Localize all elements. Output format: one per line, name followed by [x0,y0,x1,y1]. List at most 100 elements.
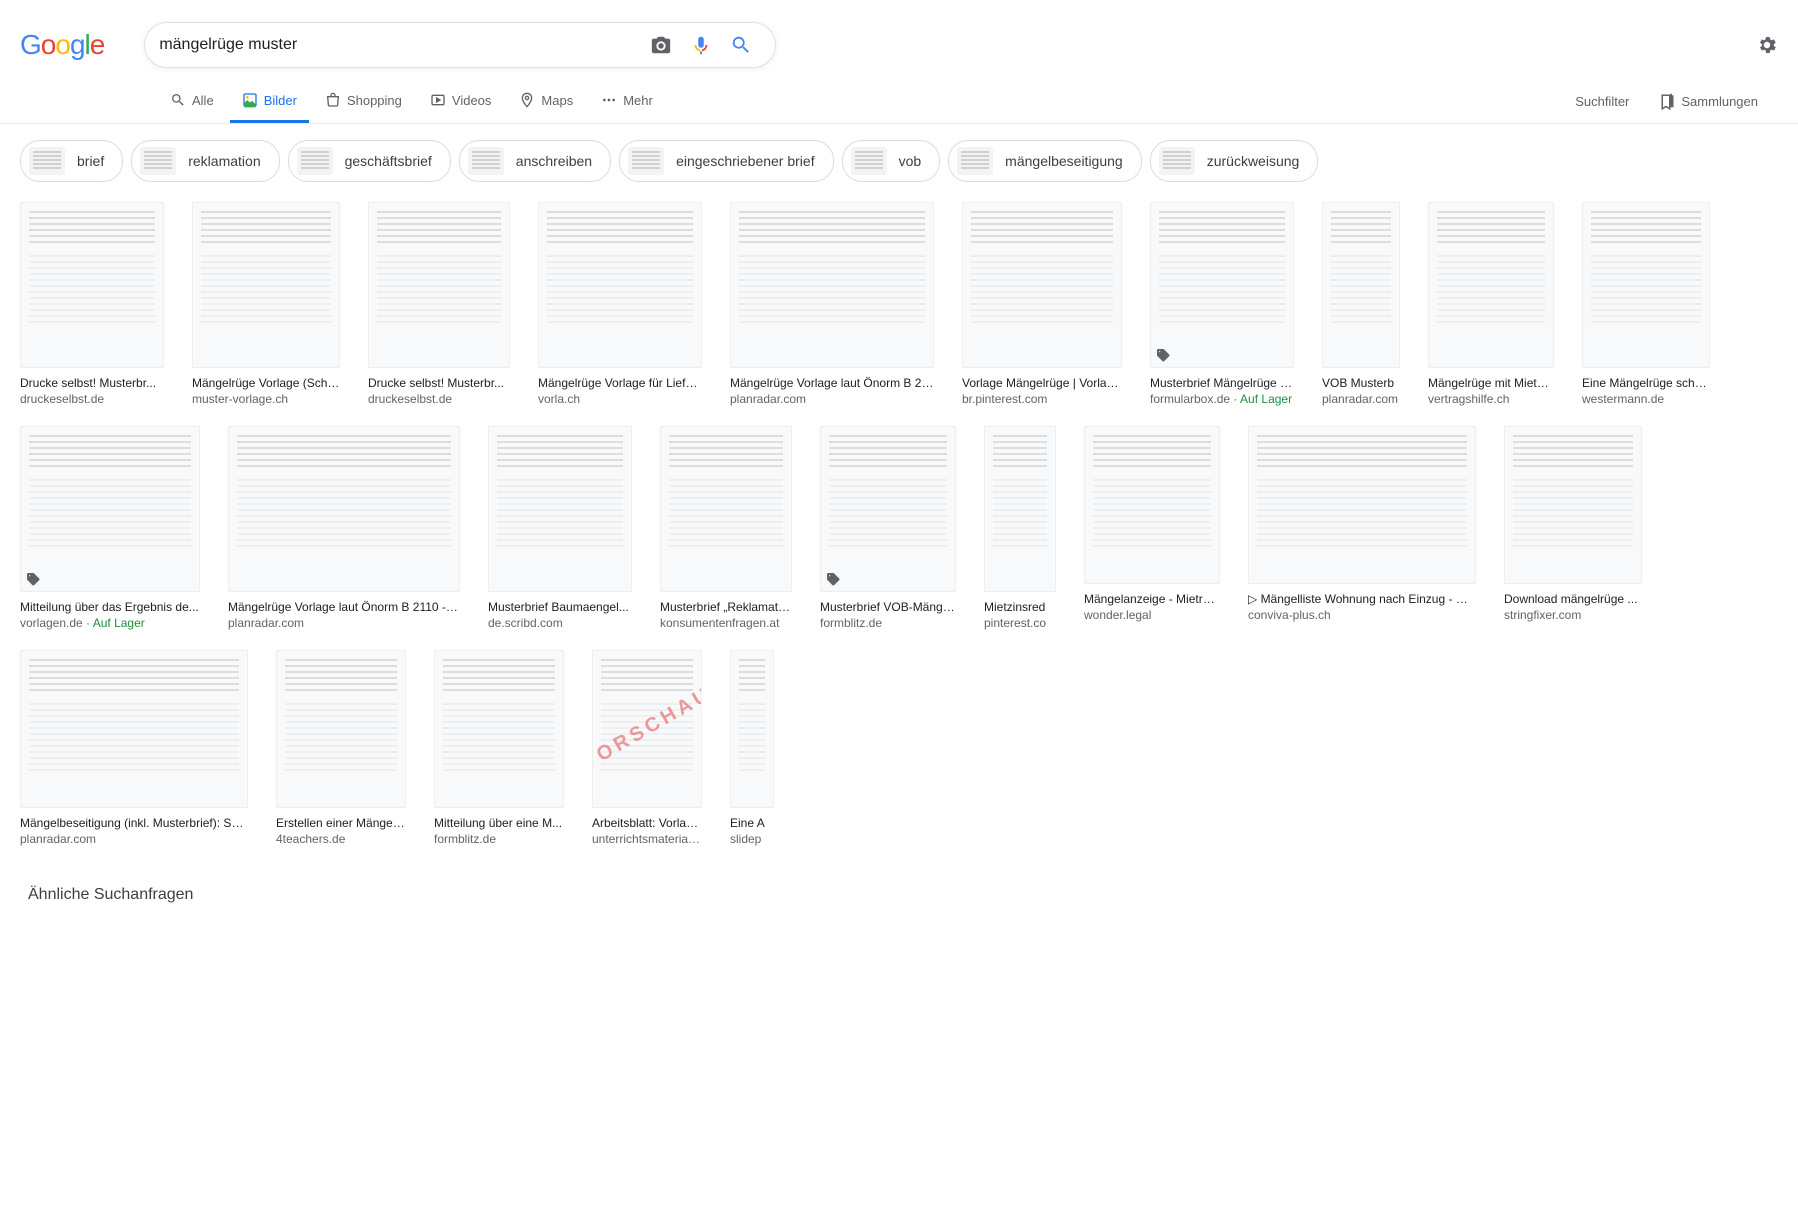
image-result[interactable]: Mängelrüge Vorlage für Liefe...vorla.ch [538,202,702,406]
result-source: druckeselbst.de [20,392,164,406]
result-thumb [368,202,510,368]
result-title: Drucke selbst! Musterbr... [368,376,510,390]
result-title: Mängelrüge Vorlage (Schw... [192,376,340,390]
result-source: formularbox.de · Auf Lager [1150,392,1294,406]
image-result[interactable]: Drucke selbst! Musterbr... druckeselbst.d… [20,202,164,406]
image-result[interactable]: Mängelrüge mit Mietzin...vertragshilfe.c… [1428,202,1554,406]
result-source: planradar.com [20,832,248,846]
chip-label: vob [899,153,922,169]
image-results: Drucke selbst! Musterbr... druckeselbst.d… [0,198,1798,876]
image-result[interactable]: Musterbrief Baumaengel...de.scribd.com [488,426,632,630]
result-title: Erstellen einer Mängelr... [276,816,406,830]
settings-icon[interactable] [1756,34,1778,56]
image-result[interactable]: Eine Mängelrüge schrei...westermann.de [1582,202,1710,406]
result-title: Mitteilung über eine M... [434,816,564,830]
chip-geschäftsbrief[interactable]: geschäftsbrief [288,140,451,182]
refinement-chips: briefreklamationgeschäftsbriefanschreibe… [0,124,1798,198]
tab-more[interactable]: Mehr [589,78,665,123]
chip-label: eingeschriebener brief [676,153,815,169]
image-result[interactable]: VOB Musterbplanradar.com [1322,202,1400,406]
chip-thumb [140,147,176,175]
tab-label: Alle [192,93,214,108]
result-thumb [228,426,460,592]
suchfilter-button[interactable]: Suchfilter [1575,79,1629,123]
image-result[interactable]: VORSCHAUArbeitsblatt: Vorlage ei...unter… [592,650,702,846]
chip-thumb [29,147,65,175]
chip-thumb [957,147,993,175]
chip-thumb [297,147,333,175]
mic-icon[interactable] [681,34,721,56]
image-result[interactable]: Musterbrief „Reklamatio... konsumentenfra… [660,426,792,630]
image-result[interactable]: Eine Aslidep [730,650,774,846]
tab-label: Maps [541,93,573,108]
sammlungen-button[interactable]: Sammlungen [1657,79,1758,123]
result-title: Musterbrief „Reklamatio... [660,600,792,614]
camera-icon[interactable] [641,34,681,56]
image-result[interactable]: Mängelanzeige - Mietrec...wonder.legal [1084,426,1220,630]
result-thumb [1504,426,1642,584]
image-result[interactable]: Mitteilung über das Ergebnis de...vorlag… [20,426,200,630]
result-title: Mietzinsred [984,600,1056,614]
result-thumb [1248,426,1476,584]
result-title: ▷ Mängelliste Wohnung nach Einzug - Mu..… [1248,592,1476,606]
result-title: Mängelrüge mit Mietzin... [1428,376,1554,390]
result-thumb [538,202,702,368]
tab-images[interactable]: Bilder [230,78,309,123]
result-source: br.pinterest.com [962,392,1122,406]
chip-eingeschriebener-brief[interactable]: eingeschriebener brief [619,140,834,182]
result-title: Vorlage Mängelrüge | Vorlage... [962,376,1122,390]
result-thumb [1084,426,1220,584]
tab-shopping[interactable]: Shopping [313,78,414,123]
related-searches-heading: Ähnliche Suchanfragen [0,876,1798,914]
chip-vob[interactable]: vob [842,140,941,182]
result-title: Mängelrüge Vorlage laut Önorm B 2110 - W… [228,600,460,614]
image-result[interactable]: Drucke selbst! Musterbr...druckeselbst.d… [368,202,510,406]
vorschau-watermark: VORSCHAU [592,682,702,775]
search-input[interactable] [159,36,641,54]
image-result[interactable]: Mängelrüge Vorlage laut Önorm B 2110 - W… [228,426,460,630]
result-title: Drucke selbst! Musterbr... [20,376,164,390]
google-logo[interactable]: Google [20,29,104,61]
image-result[interactable]: Mängelrüge Vorlage laut Önorm B 21...pla… [730,202,934,406]
image-result[interactable]: Erstellen einer Mängelr...4teachers.de [276,650,406,846]
search-icon[interactable] [721,34,761,56]
result-source: planradar.com [228,616,460,630]
image-result[interactable]: Mitteilung über eine M...formblitz.de [434,650,564,846]
result-thumb [1322,202,1400,368]
result-source: formblitz.de [820,616,956,630]
tab-label: Videos [452,93,492,108]
header: Google [0,0,1798,78]
chip-brief[interactable]: brief [20,140,123,182]
result-source: vorlagen.de · Auf Lager [20,616,200,630]
result-thumb [730,202,934,368]
image-result[interactable]: Vorlage Mängelrüge | Vorlage... br.pinter… [962,202,1122,406]
tab-all[interactable]: Alle [158,78,226,123]
chip-reklamation[interactable]: reklamation [131,140,279,182]
image-result[interactable]: Download mängelrüge ...stringfixer.com [1504,426,1642,630]
product-tag-icon [1155,347,1171,363]
result-thumb [962,202,1122,368]
result-thumb [660,426,792,592]
product-tag-icon [825,571,841,587]
image-result[interactable]: Musterbrief VOB-Mänge... formblitz.de [820,426,956,630]
image-result[interactable]: ▷ Mängelliste Wohnung nach Einzug - Mu..… [1248,426,1476,630]
product-tag-icon [25,571,41,587]
result-source: konsumentenfragen.at [660,616,792,630]
result-thumb [20,426,200,592]
result-thumb [1582,202,1710,368]
tab-videos[interactable]: Videos [418,78,504,123]
chip-thumb [1159,147,1195,175]
result-title: Mängelbeseitigung (inkl. Musterbrief): S… [20,816,248,830]
result-title: Musterbrief VOB-Mänge... [820,600,956,614]
chip-mängelbeseitigung[interactable]: mängelbeseitigung [948,140,1142,182]
tab-maps[interactable]: Maps [507,78,585,123]
chip-anschreiben[interactable]: anschreiben [459,140,611,182]
image-result[interactable]: Mängelbeseitigung (inkl. Musterbrief): S… [20,650,248,846]
search-bar[interactable] [144,22,776,68]
chip-zurückweisung[interactable]: zurückweisung [1150,140,1319,182]
image-result[interactable]: Mietzinsredpinterest.co [984,426,1056,630]
image-result[interactable]: Musterbrief Mängelrüge | ...formularbox.… [1150,202,1294,406]
result-source: de.scribd.com [488,616,632,630]
image-result[interactable]: Mängelrüge Vorlage (Schw...muster-vorlag… [192,202,340,406]
result-source: westermann.de [1582,392,1710,406]
